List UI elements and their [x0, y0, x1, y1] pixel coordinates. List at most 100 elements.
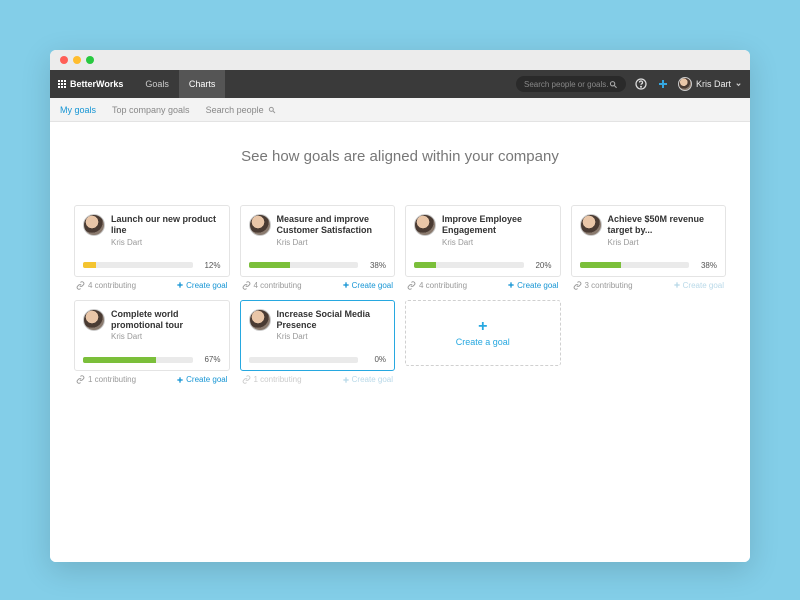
- goal-card-head: Measure and improve Customer Satisfactio…: [249, 214, 387, 247]
- content-area: See how goals are aligned within your co…: [50, 122, 750, 562]
- contributing-link[interactable]: 4 contributing: [76, 281, 136, 290]
- chevron-down-icon: [735, 81, 742, 88]
- goal-grid: Launch our new product lineKris Dart12% …: [74, 205, 726, 384]
- nav-tab-goals[interactable]: Goals: [135, 70, 179, 98]
- global-search[interactable]: Search people or goals...: [516, 76, 626, 92]
- nav-tab-charts[interactable]: Charts: [179, 70, 226, 98]
- goal-card[interactable]: Complete world promotional tourKris Dart…: [74, 300, 230, 372]
- progress-row: 12%: [83, 261, 221, 270]
- plus-icon: +: [478, 319, 487, 335]
- progress-fill: [249, 262, 291, 268]
- help-icon: [635, 78, 647, 90]
- window-zoom-dot[interactable]: [86, 56, 94, 64]
- link-icon: [242, 281, 251, 290]
- goal-links-row: 4 contributing Create goal: [74, 281, 230, 290]
- progress-fill: [83, 262, 96, 268]
- goal-card-head: Launch our new product lineKris Dart: [83, 214, 221, 247]
- goal-owner: Kris Dart: [608, 238, 718, 247]
- goal-title: Increase Social Media Presence: [277, 309, 387, 332]
- goal-links-row: 1 contributing Create goal: [74, 375, 230, 384]
- contributing-link[interactable]: 4 contributing: [242, 281, 302, 290]
- progress-row: 67%: [83, 355, 221, 364]
- progress-bar: [83, 262, 193, 268]
- progress-percent: 0%: [364, 355, 386, 364]
- subnav-search-label: Search people: [206, 105, 264, 115]
- link-icon: [76, 281, 85, 290]
- subnav-my-goals[interactable]: My goals: [60, 105, 96, 115]
- goal-title: Launch our new product line: [111, 214, 221, 237]
- contributing-link[interactable]: 4 contributing: [407, 281, 467, 290]
- progress-bar: [414, 262, 524, 268]
- goal-card[interactable]: Measure and improve Customer Satisfactio…: [240, 205, 396, 277]
- create-goal-label: Create a goal: [456, 337, 510, 347]
- goal-owner-avatar: [249, 309, 271, 331]
- goal-card[interactable]: Launch our new product lineKris Dart 12%: [74, 205, 230, 277]
- create-goal-link[interactable]: Create goal: [507, 281, 558, 290]
- goal-owner: Kris Dart: [111, 332, 221, 341]
- subnav-top-company-goals[interactable]: Top company goals: [112, 105, 190, 115]
- plus-icon: [657, 78, 669, 90]
- goal-cell: + Create a goal: [405, 300, 561, 385]
- progress-bar: [580, 262, 690, 268]
- search-icon: [609, 80, 618, 89]
- progress-percent: 12%: [199, 261, 221, 270]
- goal-title: Measure and improve Customer Satisfactio…: [277, 214, 387, 237]
- progress-percent: 38%: [695, 261, 717, 270]
- link-icon: [242, 375, 251, 384]
- window-close-dot[interactable]: [60, 56, 68, 64]
- goal-title: Improve Employee Engagement: [442, 214, 552, 237]
- brand[interactable]: BetterWorks: [58, 79, 123, 89]
- nav-tabs: Goals Charts: [135, 70, 225, 98]
- page-headline: See how goals are aligned within your co…: [74, 148, 726, 165]
- create-goal-link: Create goal: [673, 281, 724, 290]
- goal-owner: Kris Dart: [277, 332, 387, 341]
- create-goal-link: Create goal: [342, 375, 393, 384]
- contributing-link[interactable]: 1 contributing: [76, 375, 136, 384]
- goal-card[interactable]: Increase Social Media PresenceKris Dart 0…: [240, 300, 396, 372]
- goal-card[interactable]: Achieve $50M revenue target by...Kris Da…: [571, 205, 727, 277]
- create-goal-link[interactable]: Create goal: [176, 375, 227, 384]
- create-goal-link[interactable]: Create goal: [342, 281, 393, 290]
- goal-cell: Improve Employee EngagementKris Dart20% …: [405, 205, 561, 290]
- goal-title: Complete world promotional tour: [111, 309, 221, 332]
- top-nav: BetterWorks Goals Charts Search people o…: [50, 70, 750, 98]
- progress-fill: [414, 262, 436, 268]
- plus-icon: [673, 281, 681, 289]
- contributing-link[interactable]: 3 contributing: [573, 281, 633, 290]
- create-goal-card[interactable]: + Create a goal: [405, 300, 561, 366]
- brand-icon: [58, 80, 66, 88]
- goal-cell: Achieve $50M revenue target by...Kris Da…: [571, 205, 727, 290]
- contributing-link[interactable]: 1 contributing: [242, 375, 302, 384]
- help-button[interactable]: [634, 77, 648, 91]
- progress-bar: [83, 357, 193, 363]
- goal-cell: Complete world promotional tourKris Dart…: [74, 300, 230, 385]
- plus-icon: [176, 376, 184, 384]
- top-nav-right: Search people or goals... Kris Dart: [516, 76, 742, 92]
- goal-cell: Launch our new product lineKris Dart12% …: [74, 205, 230, 290]
- goal-owner-avatar: [414, 214, 436, 236]
- search-icon: [268, 106, 276, 114]
- goal-card[interactable]: Improve Employee EngagementKris Dart20%: [405, 205, 561, 277]
- link-icon: [573, 281, 582, 290]
- progress-row: 0%: [249, 355, 387, 364]
- goal-card-head: Improve Employee EngagementKris Dart: [414, 214, 552, 247]
- create-goal-link[interactable]: Create goal: [176, 281, 227, 290]
- progress-row: 38%: [249, 261, 387, 270]
- goal-links-row: 3 contributing Create goal: [571, 281, 727, 290]
- goal-card-head: Increase Social Media PresenceKris Dart: [249, 309, 387, 342]
- add-button[interactable]: [656, 77, 670, 91]
- search-placeholder: Search people or goals...: [524, 80, 609, 89]
- goal-links-row: 4 contributing Create goal: [405, 281, 561, 290]
- progress-bar: [249, 262, 359, 268]
- goal-title: Achieve $50M revenue target by...: [608, 214, 718, 237]
- goal-owner: Kris Dart: [277, 238, 387, 247]
- goal-owner: Kris Dart: [442, 238, 552, 247]
- user-menu[interactable]: Kris Dart: [678, 77, 742, 91]
- subnav-search-people[interactable]: Search people: [206, 105, 276, 115]
- window-minimize-dot[interactable]: [73, 56, 81, 64]
- goal-card-head: Complete world promotional tourKris Dart: [83, 309, 221, 342]
- link-icon: [407, 281, 416, 290]
- plus-icon: [507, 281, 515, 289]
- goal-owner-avatar: [83, 309, 105, 331]
- plus-icon: [176, 281, 184, 289]
